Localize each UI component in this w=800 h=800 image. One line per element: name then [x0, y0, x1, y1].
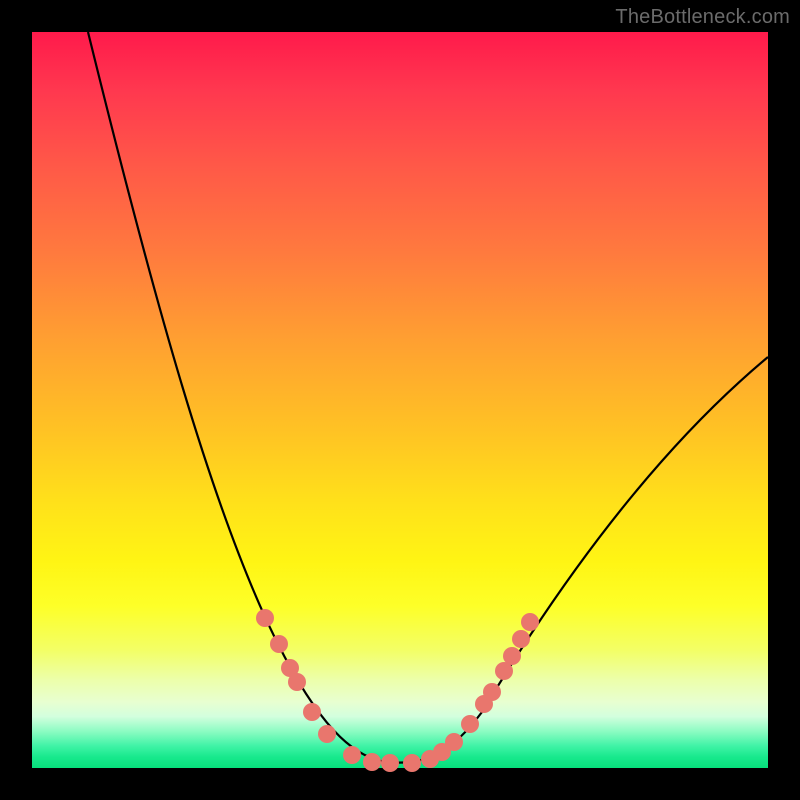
data-point: [363, 753, 381, 771]
data-points: [256, 609, 539, 772]
chart-frame: TheBottleneck.com: [0, 0, 800, 800]
data-point: [503, 647, 521, 665]
plot-area: [32, 32, 768, 768]
data-point: [403, 754, 421, 772]
data-point: [318, 725, 336, 743]
data-point: [256, 609, 274, 627]
data-point: [483, 683, 501, 701]
data-point: [288, 673, 306, 691]
data-point: [270, 635, 288, 653]
data-point: [343, 746, 361, 764]
data-point: [381, 754, 399, 772]
data-point: [512, 630, 530, 648]
watermark-text: TheBottleneck.com: [615, 6, 790, 29]
curve-layer: [32, 32, 768, 768]
data-point: [521, 613, 539, 631]
data-point: [461, 715, 479, 733]
data-point: [445, 733, 463, 751]
bottleneck-curve: [88, 32, 768, 763]
data-point: [303, 703, 321, 721]
